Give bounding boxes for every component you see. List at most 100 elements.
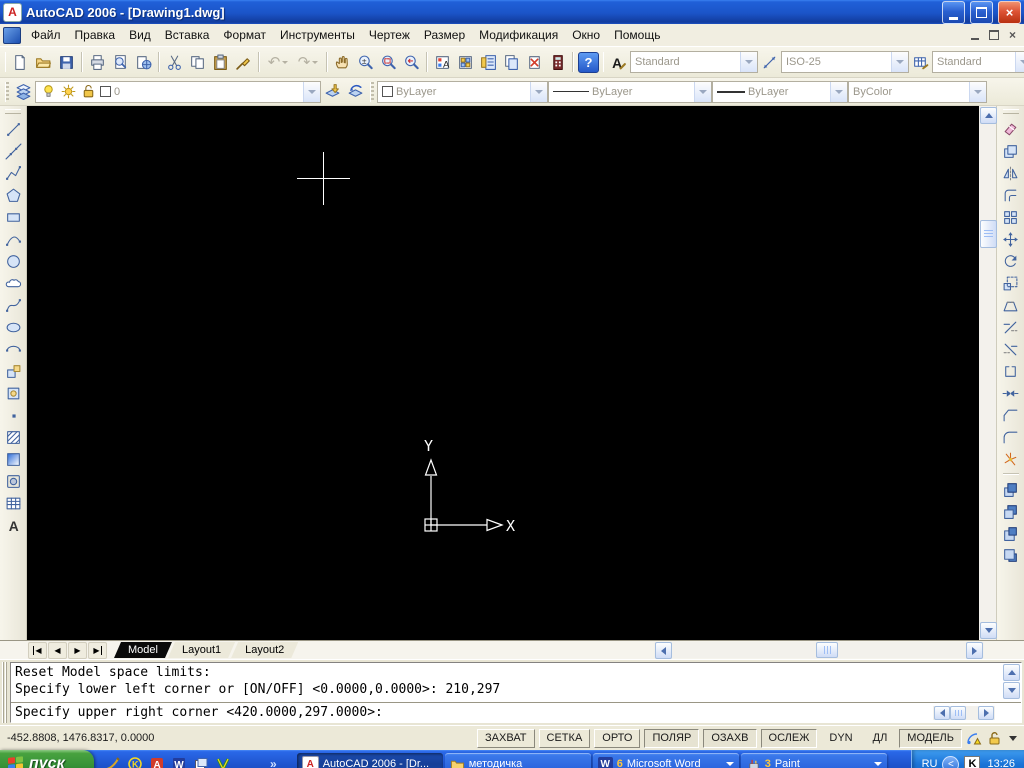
unlock-icon[interactable] [986,730,1002,746]
rotate-icon[interactable] [999,250,1022,272]
dim-style-combo[interactable]: ISO-25 [781,51,909,73]
last-tab-button[interactable]: ▶ [88,641,107,659]
restore-button[interactable] [970,0,993,24]
menu-tools[interactable]: Инструменты [273,27,362,43]
plot-style-combo[interactable]: ByColor [848,80,987,103]
revision-cloud-icon[interactable] [2,272,25,294]
acrobat-icon[interactable]: A [148,755,166,768]
scroll-down-button[interactable] [1003,682,1020,699]
construction-line-icon[interactable] [2,140,25,162]
document-icon[interactable] [3,26,21,44]
toggle-osnap[interactable]: ОЗАХВ [703,728,757,748]
scroll-left-button[interactable] [655,642,672,659]
match-properties-icon[interactable] [232,51,255,74]
toolbar-grip[interactable] [370,81,374,102]
table-style-icon[interactable] [909,51,932,74]
close-button[interactable]: × [998,0,1021,24]
array-icon[interactable] [999,206,1022,228]
scale-icon[interactable] [999,272,1022,294]
dim-style-icon[interactable] [758,51,781,74]
circle-icon[interactable] [2,250,25,272]
doc-restore-button[interactable] [985,28,1002,43]
command-horizontal-scrollbar[interactable] [933,706,995,720]
toggle-model[interactable]: МОДЕЛЬ [899,728,962,748]
toggle-otrack[interactable]: ОСЛЕЖ [760,728,818,748]
start-button[interactable]: пуск [0,750,94,768]
print-preview-icon[interactable] [109,51,132,74]
menu-modify[interactable]: Модификация [472,27,565,43]
status-menu-arrow-icon[interactable] [1009,736,1017,745]
bring-to-front-icon[interactable] [999,478,1022,500]
bring-above-objects-icon[interactable] [999,522,1022,544]
copy-icon[interactable] [186,51,209,74]
fillet-icon[interactable] [999,426,1022,448]
toggle-ortho[interactable]: ОРТО [594,728,641,748]
language-indicator[interactable]: RU [922,758,938,768]
scroll-up-button[interactable] [980,107,997,124]
zoom-window-icon[interactable] [377,51,400,74]
send-under-objects-icon[interactable] [999,544,1022,566]
layer-previous-icon[interactable] [344,80,367,103]
doc-close-button[interactable]: × [1004,28,1021,43]
text-style-combo[interactable]: Standard [630,51,758,73]
chevron-down-icon[interactable] [830,81,847,102]
chevron-down-icon[interactable] [303,81,320,102]
toolbar-grip[interactable] [603,52,604,72]
scroll-left-button[interactable] [934,706,950,720]
scroll-up-button[interactable] [1003,664,1020,681]
spline-icon[interactable] [2,294,25,316]
designcenter-icon[interactable] [454,51,477,74]
copy-object-icon[interactable] [999,140,1022,162]
insert-block-icon[interactable] [2,360,25,382]
offset-icon[interactable] [999,184,1022,206]
first-tab-button[interactable]: ◀ [28,641,47,659]
region-icon[interactable] [2,470,25,492]
chevron-down-icon[interactable] [740,52,757,72]
ellipse-arc-icon[interactable] [2,338,25,360]
keyboard-switcher-icon[interactable]: K [964,756,981,768]
doc-minimize-button[interactable] [966,28,983,43]
sheet-set-manager-icon[interactable] [500,51,523,74]
tab-layout1[interactable]: Layout1 [168,642,235,658]
pan-icon[interactable] [331,51,354,74]
chevron-down-icon[interactable] [1015,52,1024,72]
cut-icon[interactable] [163,51,186,74]
zoom-realtime-icon[interactable]: ± [354,51,377,74]
minimize-button[interactable] [942,0,965,24]
layer-thaw-sun-icon[interactable] [60,83,77,100]
viewer-icon[interactable] [214,755,232,768]
scroll-right-button[interactable] [966,642,983,659]
make-block-icon[interactable] [2,382,25,404]
table-style-combo[interactable]: Standard [932,51,1024,73]
menu-dimension[interactable]: Размер [417,27,472,43]
menu-draw[interactable]: Чертеж [362,27,417,43]
polyline-icon[interactable] [2,162,25,184]
overflow-chevron-icon[interactable]: » [270,757,277,768]
toggle-polar[interactable]: ПОЛЯР [644,728,700,748]
help-button[interactable]: ? [577,51,600,74]
scrollbar-thumb[interactable] [980,220,997,248]
break-icon[interactable] [999,360,1022,382]
chevron-down-icon[interactable] [694,81,711,102]
zoom-previous-icon[interactable] [400,51,423,74]
toggle-grid[interactable]: СЕТКА [538,728,591,748]
quickcalc-icon[interactable] [546,51,569,74]
point-icon[interactable] [2,404,25,426]
communication-center-icon[interactable] [966,730,982,746]
layer-combo[interactable]: 0 [35,80,321,103]
menu-help[interactable]: Помощь [607,27,667,43]
text-style-icon[interactable]: A [607,51,630,74]
toolbar-grip[interactable] [1002,109,1019,114]
toolbar-grip[interactable] [5,52,6,72]
pen-tool-icon[interactable] [104,755,122,768]
trim-icon[interactable] [999,316,1022,338]
paste-icon[interactable] [209,51,232,74]
markup-set-manager-icon[interactable] [523,51,546,74]
drawing-canvas[interactable]: Y X [27,106,979,640]
next-tab-button[interactable]: ▶ [68,641,87,659]
tab-layout2[interactable]: Layout2 [231,642,298,658]
gradient-icon[interactable] [2,448,25,470]
move-icon[interactable] [999,228,1022,250]
task-word-group[interactable]: W 6 Microsoft Word [592,753,739,768]
redo-button[interactable]: ↷ [293,51,323,74]
